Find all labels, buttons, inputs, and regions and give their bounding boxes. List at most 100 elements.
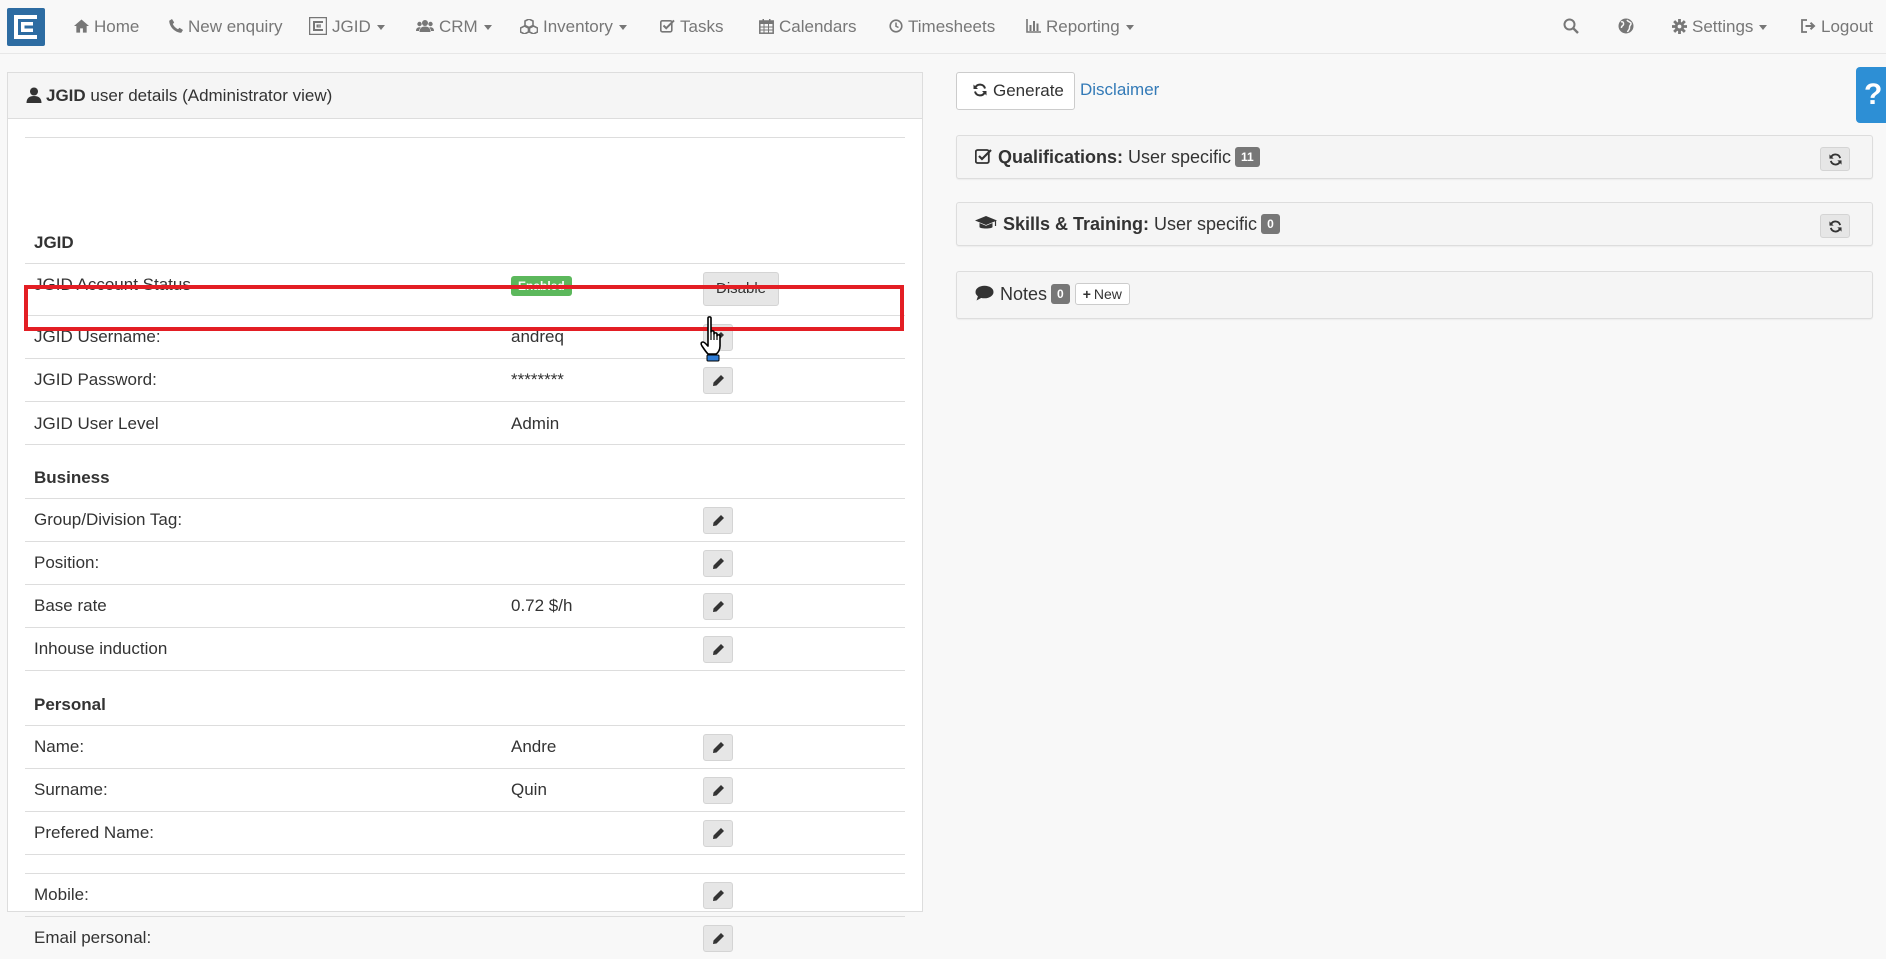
nav-crm-label: CRM xyxy=(439,17,478,36)
pencil-icon xyxy=(713,933,724,944)
nav-calendars[interactable]: Calendars xyxy=(759,0,857,54)
row-label: Group/Division Tag: xyxy=(34,510,183,529)
edit-email-personal-button[interactable] xyxy=(703,925,733,952)
user-details-panel: JGID user details (Administrator view) J… xyxy=(7,72,923,952)
status-badge: Enabled xyxy=(511,276,572,296)
row-label: Email personal: xyxy=(34,928,152,947)
refresh-icon xyxy=(1829,153,1842,166)
phone-icon xyxy=(169,19,183,33)
table-row: Group/Division Tag: xyxy=(25,498,905,541)
generate-label: Generate xyxy=(993,81,1064,100)
home-icon xyxy=(74,19,89,33)
edit-mobile-button[interactable] xyxy=(703,882,733,909)
clock-icon xyxy=(889,19,903,33)
qualifications-title-bold: Qualifications: xyxy=(998,147,1124,167)
edit-position-button[interactable] xyxy=(703,550,733,577)
app-logo[interactable] xyxy=(7,8,45,46)
pencil-icon xyxy=(713,785,724,796)
pencil-icon xyxy=(713,828,724,839)
help-tab-button[interactable]: ? xyxy=(1856,67,1886,123)
edit-prefered-name-button[interactable] xyxy=(703,820,733,847)
nav-tasks-label: Tasks xyxy=(680,17,724,36)
row-value: 0.72 $/h xyxy=(511,596,573,615)
row-label: JGID Account Status xyxy=(34,275,191,294)
qualifications-count: 11 xyxy=(1235,146,1260,167)
table-row: Email personal: xyxy=(25,916,905,959)
row-label: Inhouse induction xyxy=(34,639,168,658)
edit-base-rate-button[interactable] xyxy=(703,593,733,620)
nav-new-enquiry[interactable]: New enquiry xyxy=(169,0,283,54)
qualifications-title: Qualifications: User specific 11 xyxy=(975,146,1260,168)
table-row: Prefered Name: xyxy=(25,811,905,854)
row-label: Mobile: xyxy=(34,885,89,904)
row-label: Surname: xyxy=(34,780,108,799)
table-divider xyxy=(25,670,905,671)
row-value: Andre xyxy=(511,737,557,756)
nav-calendars-label: Calendars xyxy=(779,17,857,36)
gear-icon xyxy=(1672,18,1687,34)
nav-crm[interactable]: CRM xyxy=(416,0,492,54)
users-icon xyxy=(416,19,434,33)
nav-jgid[interactable]: JGID xyxy=(309,0,385,54)
calendar-icon xyxy=(759,18,774,34)
skills-refresh-button[interactable] xyxy=(1820,214,1850,238)
nav-home[interactable]: Home xyxy=(74,0,139,54)
nav-home-label: Home xyxy=(94,17,140,36)
nav-tasks[interactable]: Tasks xyxy=(660,0,723,54)
row-label: Prefered Name: xyxy=(34,823,154,842)
nav-logout-label: Logout xyxy=(1821,17,1873,36)
qualifications-refresh-button[interactable] xyxy=(1820,147,1850,171)
graduation-cap-icon xyxy=(975,215,997,231)
nav-settings[interactable]: Settings xyxy=(1672,0,1768,54)
edit-surname-button[interactable] xyxy=(703,777,733,804)
section-title-jgid: JGID xyxy=(34,233,74,252)
edit-group-tag-button[interactable] xyxy=(703,507,733,534)
check-square-icon xyxy=(660,19,675,33)
disclaimer-link[interactable]: Disclaimer xyxy=(1080,80,1159,100)
row-label: Name: xyxy=(34,737,85,756)
nav-inventory[interactable]: Inventory xyxy=(520,0,627,54)
skills-training-panel[interactable]: Skills & Training: User specific 0 xyxy=(956,202,1873,246)
disable-account-button[interactable]: Disable xyxy=(703,272,780,306)
sign-out-icon xyxy=(1801,19,1816,33)
pencil-icon xyxy=(713,375,724,386)
hand-cursor-icon xyxy=(700,316,730,364)
pencil-icon xyxy=(713,890,724,901)
notes-panel[interactable]: Notes 0 + New xyxy=(956,271,1873,319)
cubes-icon xyxy=(520,18,538,34)
new-note-button[interactable]: + New xyxy=(1074,282,1130,305)
table-row: JGID Account Status Enabled Disable xyxy=(25,263,905,315)
pencil-icon xyxy=(713,601,724,612)
nav-new-enquiry-label: New enquiry xyxy=(188,17,283,36)
nav-timesheets[interactable]: Timesheets xyxy=(889,0,995,54)
search-icon[interactable] xyxy=(1563,18,1579,34)
row-value: ******** xyxy=(511,370,564,389)
nav-jgid-label: JGID xyxy=(332,17,371,36)
row-value: andreq xyxy=(511,327,564,346)
edit-induction-button[interactable] xyxy=(703,636,733,663)
nav-logout[interactable]: Logout xyxy=(1801,0,1873,54)
new-note-label: New xyxy=(1093,285,1122,302)
notes-count: 0 xyxy=(1051,283,1070,304)
generate-button[interactable]: Generate xyxy=(956,72,1075,110)
row-value: Admin xyxy=(511,414,560,433)
chevron-down-icon xyxy=(483,25,492,31)
skills-subtitle: User specific xyxy=(1149,214,1258,234)
skills-title: Skills & Training: User specific 0 xyxy=(975,213,1280,235)
row-label: JGID Password: xyxy=(34,370,157,389)
table-row: JGID Username: andreq xyxy=(25,315,905,358)
table-row: Inhouse induction xyxy=(25,627,905,670)
globe-icon[interactable] xyxy=(1618,18,1634,34)
qualifications-panel[interactable]: Qualifications: User specific 11 xyxy=(956,135,1873,179)
nav-reporting[interactable]: Reporting xyxy=(1026,0,1134,54)
row-label: Position: xyxy=(34,553,100,572)
user-icon xyxy=(26,87,42,103)
table-row: Position: xyxy=(25,541,905,584)
nav-timesheets-label: Timesheets xyxy=(908,17,996,36)
check-square-icon xyxy=(975,148,992,165)
nav-settings-label: Settings xyxy=(1692,17,1754,36)
edit-name-button[interactable] xyxy=(703,734,733,761)
chevron-down-icon xyxy=(1125,25,1134,31)
edit-password-button[interactable] xyxy=(703,367,733,394)
panel-title-rest: user details (Administrator view) xyxy=(85,86,333,105)
